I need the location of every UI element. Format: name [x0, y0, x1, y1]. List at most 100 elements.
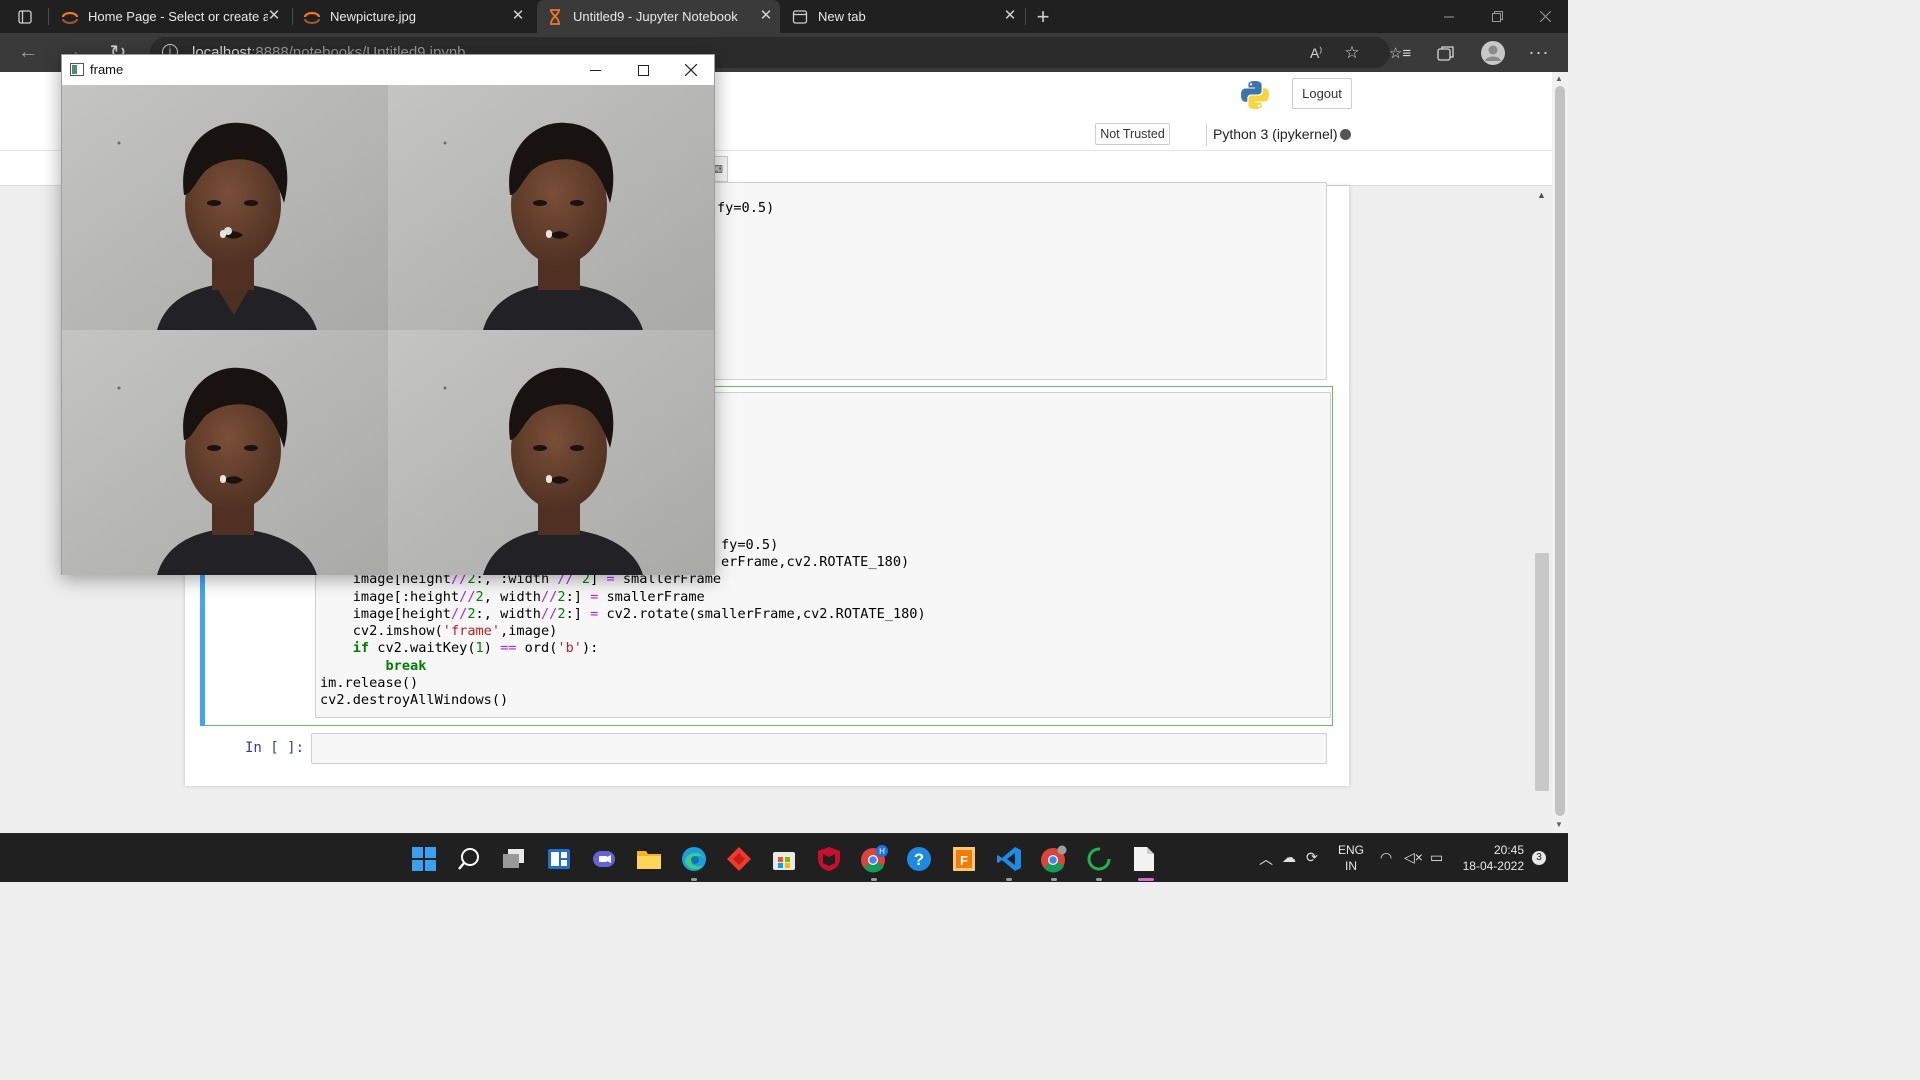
- new-tab-button[interactable]: +: [1030, 0, 1056, 33]
- scrollbar-thumb[interactable]: [1555, 86, 1565, 816]
- profile-button[interactable]: [1473, 33, 1513, 72]
- sync-button[interactable]: ⟳: [1306, 849, 1318, 866]
- running-indicator: [1006, 878, 1012, 881]
- chrome-profile-button[interactable]: H: [856, 841, 892, 877]
- browser-minimize-button[interactable]: [1426, 0, 1472, 33]
- more-icon: ···: [1528, 42, 1550, 62]
- running-indicator: [1051, 878, 1057, 881]
- sync-icon: ⟳: [1306, 849, 1318, 865]
- file-viewer-button[interactable]: [1126, 841, 1162, 877]
- vscode-button[interactable]: [991, 841, 1027, 877]
- task-view-icon: [503, 849, 524, 868]
- opencv-frame-window[interactable]: frame: [61, 54, 715, 575]
- jupyter-process-button[interactable]: [1081, 841, 1117, 877]
- help-icon: ?: [907, 847, 931, 871]
- tab-separator: [292, 8, 293, 25]
- close-tab-icon[interactable]: ✕: [266, 8, 282, 24]
- tab-actions-icon: [18, 9, 32, 24]
- volume-muted-icon: ◁×: [1404, 849, 1423, 865]
- office-app-button[interactable]: F: [946, 841, 982, 877]
- task-view-button[interactable]: [496, 841, 532, 877]
- window-titlebar[interactable]: frame: [62, 55, 714, 85]
- close-tab-icon[interactable]: ✕: [758, 8, 774, 24]
- code-line: im.release(): [320, 675, 419, 691]
- maximize-icon: [637, 64, 649, 76]
- office-app-icon: F: [953, 847, 975, 871]
- start-button[interactable]: [406, 841, 442, 877]
- notebook-scrollbar-thumb[interactable]: [1535, 553, 1549, 791]
- file-explorer-button[interactable]: [631, 841, 667, 877]
- close-tab-icon[interactable]: ✕: [510, 8, 526, 24]
- battery-button[interactable]: ▭: [1430, 849, 1443, 866]
- back-button[interactable]: ←: [8, 33, 48, 72]
- not-trusted-button[interactable]: Not Trusted: [1095, 123, 1170, 145]
- window-maximize-button[interactable]: [620, 55, 666, 85]
- kernel-name[interactable]: Python 3 (ipykernel): [1213, 126, 1338, 142]
- tab-untitled9[interactable]: Untitled9 - Jupyter Notebook ✕: [537, 0, 780, 33]
- collections-button[interactable]: [1426, 33, 1466, 72]
- code-line: if cv2.waitKey(1) == ord('b'):: [352, 640, 599, 656]
- window-close-button[interactable]: [668, 55, 714, 85]
- favorites-icon: ☆≡: [1388, 44, 1412, 62]
- code-line: cv2.imshow('frame',image): [320, 623, 558, 639]
- onedrive-button[interactable]: ☁: [1282, 849, 1296, 866]
- webcam-frame-top-left: [62, 85, 388, 330]
- running-indicator: [871, 878, 877, 881]
- show-hidden-icons-button[interactable]: ︿: [1259, 849, 1273, 869]
- code-fragment: fy=0.5): [721, 537, 779, 553]
- windows-start-icon: [412, 847, 436, 871]
- notebook-scroll-up-icon[interactable]: ▲: [1537, 190, 1546, 200]
- tab-newpicture[interactable]: Newpicture.jpg ✕: [298, 0, 532, 33]
- language-indicator[interactable]: ENG IN: [1336, 842, 1366, 874]
- search-button[interactable]: [451, 841, 487, 877]
- notification-badge[interactable]: 3: [1532, 851, 1546, 865]
- teams-chat-button[interactable]: [586, 841, 622, 877]
- chrome-button[interactable]: [1036, 841, 1072, 877]
- kernel-separator: [1206, 124, 1207, 146]
- microsoft-store-button[interactable]: [766, 841, 802, 877]
- edge-button[interactable]: [676, 841, 712, 877]
- chevron-up-icon: ︿: [1259, 851, 1273, 867]
- browser-close-button[interactable]: [1522, 0, 1568, 33]
- jupyter-icon: [302, 8, 322, 26]
- favorite-button[interactable]: ☆: [1332, 33, 1372, 72]
- tab-label: Newpicture.jpg: [330, 9, 416, 24]
- vscode-icon: [997, 847, 1021, 871]
- page-scrollbar[interactable]: ▲ ▼: [1552, 72, 1568, 833]
- browser-restore-button[interactable]: [1474, 0, 1520, 33]
- search-icon: [458, 848, 479, 870]
- code-fragment: erFrame,cv2.ROTATE_180): [721, 554, 910, 570]
- scroll-up-icon[interactable]: ▲: [1555, 74, 1563, 83]
- clock[interactable]: 20:45 18-04-2022: [1458, 842, 1524, 874]
- widgets-button[interactable]: [541, 841, 577, 877]
- plus-icon: +: [1036, 3, 1050, 29]
- windows-taskbar: H ? F ︿ ☁ ⟳ ENG IN ◠ ◁× ▭ 20:45 18-04-20…: [0, 833, 1568, 882]
- shield-icon: [818, 847, 840, 871]
- restore-icon: [1491, 11, 1503, 22]
- settings-menu-button[interactable]: ···: [1519, 33, 1559, 72]
- language-code: ENG: [1337, 843, 1364, 857]
- tab-new-tab[interactable]: New tab ✕: [784, 0, 1024, 33]
- read-aloud-button[interactable]: A): [1296, 33, 1336, 72]
- tab-actions-button[interactable]: [8, 0, 42, 33]
- battery-icon: ▭: [1430, 849, 1444, 865]
- favorites-button[interactable]: ☆≡: [1380, 33, 1420, 72]
- tab-label: Home Page - Select or create a n: [88, 9, 268, 24]
- wifi-button[interactable]: ◠: [1380, 849, 1392, 866]
- scroll-down-icon[interactable]: ▼: [1555, 820, 1563, 829]
- window-minimize-button[interactable]: [572, 55, 618, 85]
- kernel-idle-indicator: [1340, 129, 1351, 140]
- code-line: break: [385, 658, 427, 674]
- active-indicator: [1138, 878, 1154, 881]
- logout-button[interactable]: Logout: [1292, 78, 1352, 109]
- edge-icon: [682, 847, 706, 871]
- minimize-icon: [589, 69, 601, 71]
- chat-icon: [593, 851, 615, 867]
- close-tab-icon[interactable]: ✕: [1002, 8, 1018, 24]
- volume-button[interactable]: ◁×: [1404, 849, 1423, 866]
- anydesk-button[interactable]: [721, 841, 757, 877]
- mcafee-button[interactable]: [811, 841, 847, 877]
- tab-home-page[interactable]: Home Page - Select or create a n ✕: [54, 0, 288, 33]
- get-help-button[interactable]: ?: [901, 841, 937, 877]
- empty-code-cell[interactable]: [311, 733, 1327, 764]
